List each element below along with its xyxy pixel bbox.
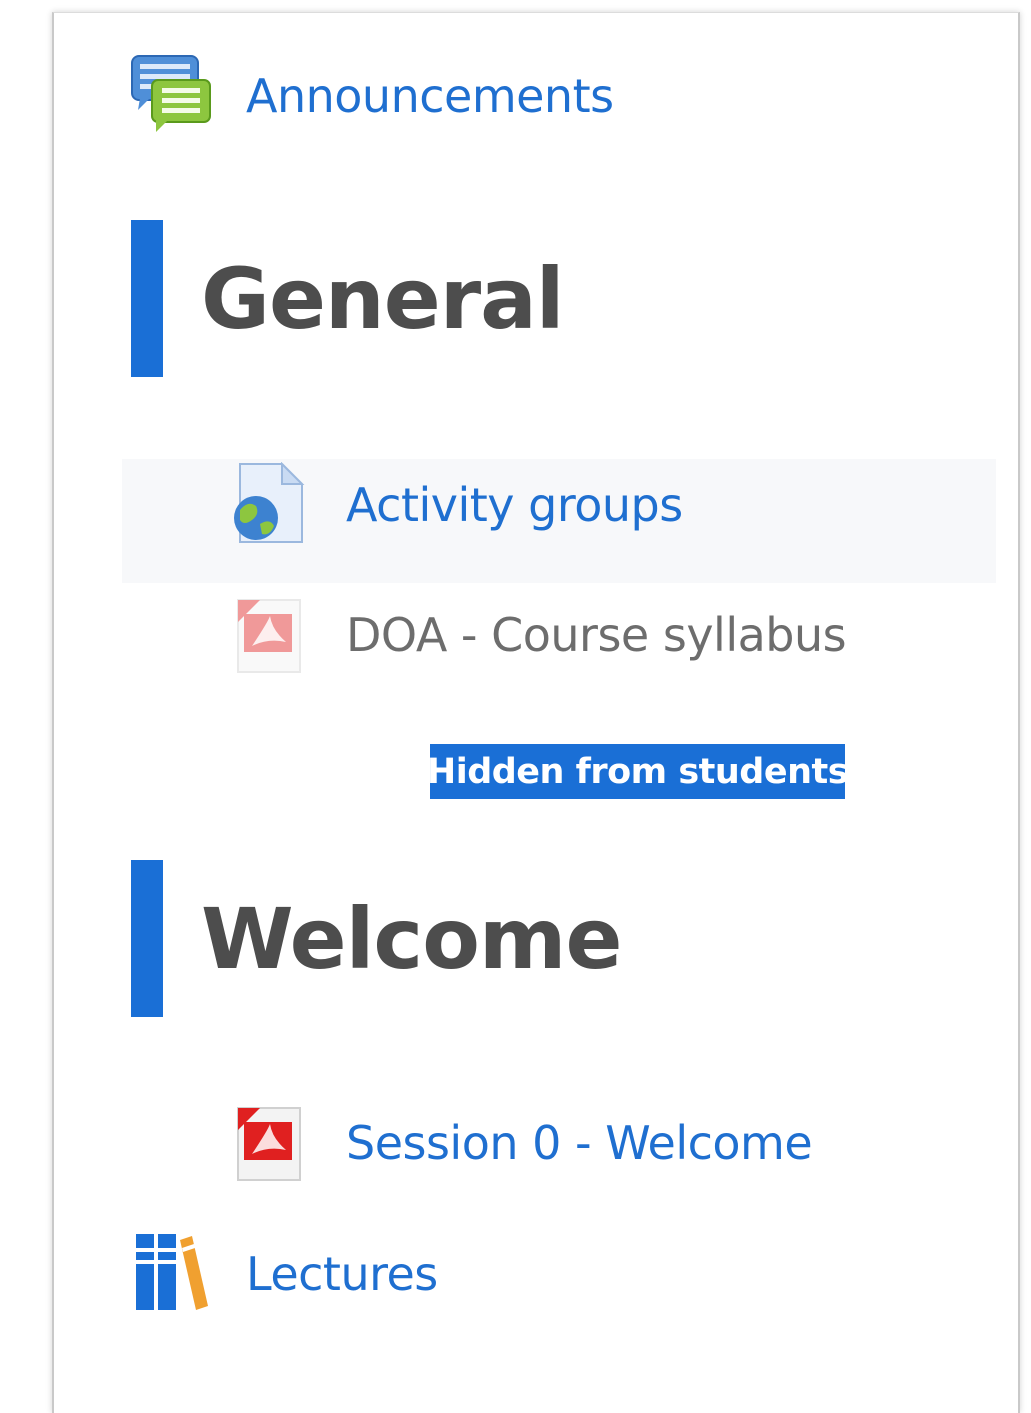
activity-announcements[interactable]: Announcements [130,54,614,138]
activity-lectures[interactable]: Lectures [134,1234,438,1314]
url-globe-icon [230,461,306,548]
section-general: General [131,220,565,377]
forum-icon [130,54,212,138]
section-title: General [201,249,565,348]
hidden-from-students-badge: Hidden from students [427,744,849,799]
section-welcome: Welcome [131,860,622,1017]
activity-course-syllabus[interactable]: DOA - Course syllabus [232,592,847,678]
section-marker [131,220,163,377]
lectures-link[interactable]: Lectures [246,1247,438,1301]
activity-groups-link[interactable]: Activity groups [346,478,683,532]
book-folder-icon [134,1232,210,1316]
section-marker [131,860,163,1017]
announcements-link[interactable]: Announcements [246,69,614,123]
activity-session-0[interactable]: Session 0 - Welcome [232,1100,813,1186]
session-0-link[interactable]: Session 0 - Welcome [346,1116,813,1170]
activity-activity-groups[interactable]: Activity groups [230,461,683,548]
pdf-icon [232,1100,304,1186]
course-syllabus-link[interactable]: DOA - Course syllabus [346,608,847,662]
section-title: Welcome [201,889,622,988]
pdf-icon [232,592,304,678]
